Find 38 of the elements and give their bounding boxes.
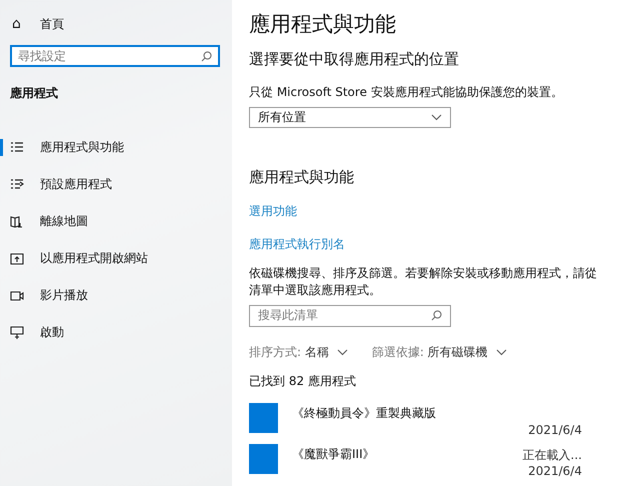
info-text: 依磁碟機搜尋、排序及篩選。若要解除安裝或移動應用程式，請從清單中選取該應用程式。 (249, 264, 598, 299)
section-heading: 應用程式 (10, 85, 58, 102)
nav-item[interactable]: 離線地圖 (0, 203, 232, 240)
search-icon (431, 310, 442, 322)
section-heading: 應用程式與功能 (249, 168, 354, 187)
list-search-field[interactable]: 搜尋此清單 (249, 304, 451, 327)
app-date: 2021/6/4 (528, 464, 582, 478)
search-field[interactable]: 尋找設定 (10, 45, 220, 67)
page-title: 應用程式與功能 (249, 11, 396, 38)
app-date: 2021/6/4 (528, 422, 582, 437)
map-icon (10, 215, 24, 228)
filter-dropdown[interactable]: 篩選依據: 所有磁碟機 (372, 344, 507, 361)
app-name[interactable]: 《終極動員令》重製典藏版 (292, 404, 436, 422)
nav-item[interactable]: 啟動 (0, 314, 232, 351)
home-icon: ⌂ (12, 16, 26, 32)
nav-item[interactable]: 預設應用程式 (0, 166, 232, 203)
window-upload-icon (10, 252, 24, 265)
app-status: 正在載入... (522, 447, 582, 464)
chevron-down-icon (496, 348, 507, 356)
link[interactable]: 應用程式執行別名 (249, 236, 345, 253)
result-count: 已找到 82 應用程式 (249, 372, 356, 390)
app-name[interactable]: 《魔獸爭霸III》 (292, 446, 375, 464)
link[interactable]: 選用功能 (249, 202, 297, 220)
section-heading: 選擇要從中取得應用程式的位置 (249, 50, 459, 69)
chevron-down-icon (336, 348, 348, 356)
source-dropdown[interactable]: 所有位置 (249, 107, 451, 128)
chevron-down-icon (431, 114, 442, 121)
monitor-icon (10, 326, 24, 339)
search-icon (201, 50, 212, 62)
nav-item[interactable]: 以應用程式開啟網站 (0, 240, 232, 277)
nav-item[interactable]: 應用程式與功能 (0, 129, 232, 166)
camera-icon (10, 289, 24, 302)
list-arrow-icon (10, 178, 24, 191)
info-text: 只從 Microsoft Store 安裝應用程式能協助保護您的裝置。 (249, 84, 563, 101)
sort-dropdown[interactable]: 排序方式: 名稱 (249, 344, 348, 361)
home-link[interactable]: ⌂ 首頁 (12, 14, 64, 34)
nav-item[interactable]: 影片播放 (0, 277, 232, 314)
list-icon (10, 141, 24, 154)
